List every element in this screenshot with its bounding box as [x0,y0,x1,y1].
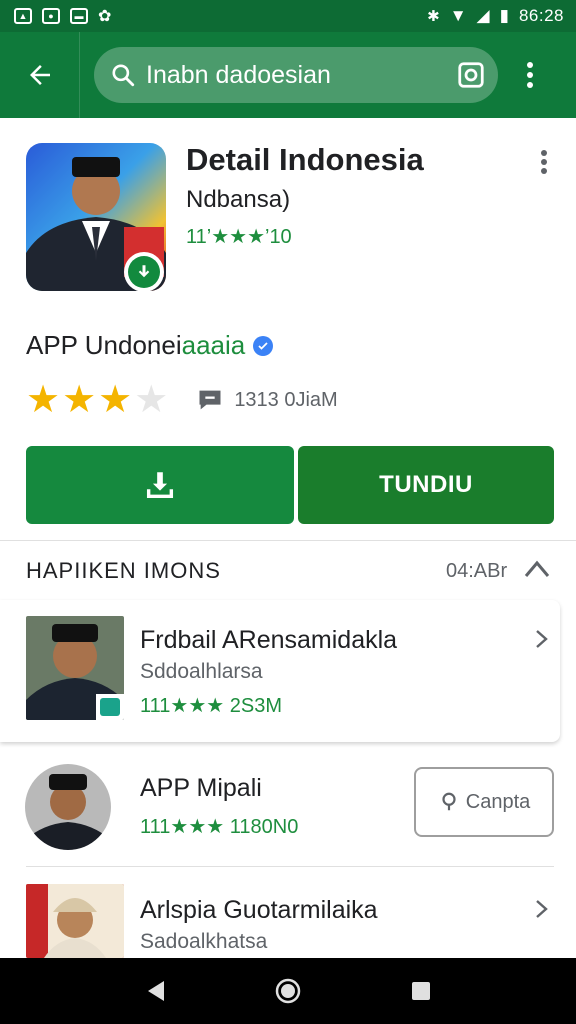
item-subtitle: Sadoalkhatsa [140,930,268,953]
compare-button-label: Canpta [465,790,531,813]
chevron-right-icon [536,630,548,648]
divider [26,866,554,867]
item-title: Frdbail ARensamidakla [140,626,398,654]
section-title: HAPIIKEN IMONS [26,558,221,583]
search-icon [112,64,135,87]
signal-icon: ◢ [476,6,490,25]
action-buttons: TUNDIU [26,446,554,524]
system-indicators: ✱ ▼ ◢ ▮ 86:28 [427,6,564,26]
star-empty-icon: ★ [134,379,169,421]
item-thumbnail [26,616,124,720]
install-button[interactable] [26,446,294,524]
item-title: Arlspia Guotarmilaika [140,896,378,924]
item-title: APP Mipali [140,774,262,802]
camera-icon[interactable] [456,60,486,90]
toolbar: Inabn dadoesian [0,32,576,118]
status-bar: ▲ ● ▬ ✿ ✱ ▼ ◢ ▮ 86:28 [0,0,576,32]
star-icon: ★ [98,379,133,421]
nav-recents-icon[interactable] [410,980,432,1002]
review-count: 1313 0JiaM [234,388,338,411]
star-icon: ★ [26,379,61,421]
chevron-up-icon[interactable] [522,554,552,584]
item-avatar [25,764,111,850]
divider [0,540,576,541]
download-badge-icon [138,265,150,278]
camera-notification-icon: ● [42,8,60,24]
notification-icons: ▲ ● ▬ ✿ [14,6,111,26]
download-icon [146,472,174,499]
review-icon [196,386,224,414]
subtitle-prefix: APP Undonei [26,330,182,360]
overflow-menu-icon [541,150,547,174]
app-badge [124,252,164,292]
app-developer[interactable]: Ndbansa) [186,186,290,214]
nav-home-icon[interactable] [274,977,302,1005]
search-query[interactable]: Inabn dadoesian [146,61,456,90]
app-overflow-button[interactable] [524,142,564,182]
star-icon: ★ [62,379,97,421]
message-notification-icon: ▬ [70,8,88,24]
app-title: Detail Indonesia [186,142,424,177]
open-button[interactable]: TUNDIU [298,446,554,524]
search-box[interactable]: Inabn dadoesian [94,47,498,103]
nav-back-icon[interactable] [144,979,166,1003]
section-meta: 04:ABr [446,560,508,582]
navigation-bar [0,958,576,1024]
verified-icon [253,335,274,356]
item-thumbnail [26,884,124,958]
chevron-right-icon [536,900,548,918]
battery-icon: ▮ [499,6,509,25]
bluetooth-icon: ✱ [427,8,440,25]
app-rating-summary: 11’★★★’10 [186,226,292,248]
compare-button[interactable]: Canpta [414,767,554,837]
item-subtitle: Sddoalhlarsa [140,660,263,683]
item-rating: 111★★★ 1180N0 [140,816,299,838]
back-button[interactable] [0,32,80,118]
star-rating: ★ ★ ★ ★ 1313 0JiaM [26,380,338,420]
menu-button[interactable] [502,47,558,103]
back-arrow-icon [29,65,50,85]
gallery-notification-icon: ▲ [14,8,32,24]
location-pin-icon [442,792,456,811]
clock: 86:28 [518,6,564,25]
subtitle-accent: aaaia [181,330,246,360]
app-notification-icon: ✿ [98,8,112,25]
app-subtitle: APP Undoneiaaaia [26,330,274,361]
overflow-menu-icon [527,62,533,88]
wifi-icon: ▼ [449,6,467,25]
item-rating: 111★★★ 2S3M [140,695,282,717]
